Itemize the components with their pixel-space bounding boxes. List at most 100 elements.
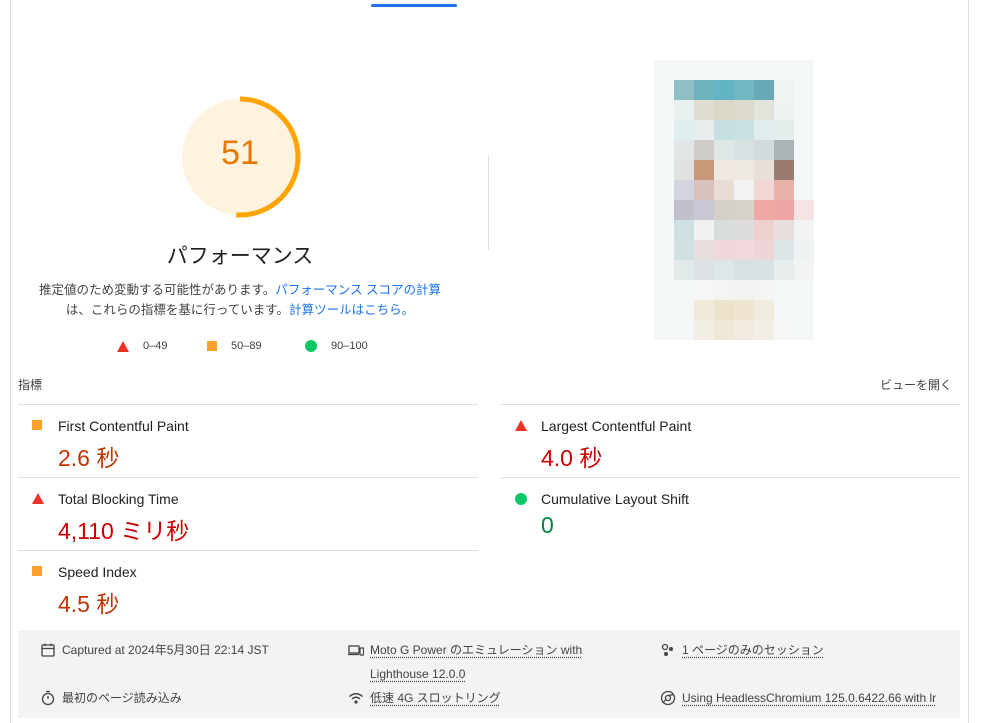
screenshot-pixel	[754, 100, 774, 120]
screenshot-pixel	[694, 60, 714, 80]
screenshot-pixel	[714, 240, 734, 260]
screenshot-pixel	[754, 160, 774, 180]
screenshot-pixel	[694, 220, 714, 240]
screenshot-pixel	[734, 240, 754, 260]
metrics-heading: 指標	[18, 378, 43, 392]
screenshot-pixel	[774, 60, 794, 80]
performance-description: 推定値のため変動する可能性があります。パフォーマンス スコアの計算 は、これらの…	[30, 280, 450, 320]
page-load-text: 最初のページ読み込み	[62, 691, 182, 705]
screenshot-pixel	[654, 160, 674, 180]
screenshot-pixel	[774, 200, 794, 220]
screenshot-pixel	[714, 220, 734, 240]
runtime-session[interactable]: 1 ページのみのセッション	[660, 638, 824, 662]
screenshot-pixel	[734, 120, 754, 140]
score-calculation-link[interactable]: パフォーマンス スコアの計算	[275, 283, 441, 297]
screenshot-pixel	[774, 80, 794, 100]
screenshot-pixel	[734, 300, 754, 320]
screenshot-pixel	[654, 260, 674, 280]
screenshot-pixel	[794, 200, 814, 220]
screenshot-pixel	[674, 300, 694, 320]
circle-icon	[305, 340, 317, 352]
screenshot-pixel	[754, 280, 774, 300]
screenshot-pixel	[774, 220, 794, 240]
device-emulation-link[interactable]: Moto G Power のエミュレーション with Lighthouse 1…	[370, 638, 598, 686]
screenshot-pixel	[774, 300, 794, 320]
screenshot-pixel	[774, 320, 794, 340]
screenshot-pixel	[694, 160, 714, 180]
legend-pass: 90–100	[305, 340, 368, 352]
runtime-captured: Captured at 2024年5月30日 22:14 JST	[40, 638, 269, 662]
screenshot-pixel	[674, 200, 694, 220]
vertical-divider	[488, 155, 489, 250]
final-screenshot-thumbnail[interactable]	[654, 60, 814, 340]
screenshot-pixel	[794, 120, 814, 140]
screenshot-pixel	[754, 120, 774, 140]
screenshot-pixel	[714, 180, 734, 200]
screenshot-pixel	[794, 220, 814, 240]
screenshot-pixel	[714, 280, 734, 300]
screenshot-pixel	[734, 160, 754, 180]
screenshot-pixel	[694, 140, 714, 160]
calendar-icon	[41, 643, 55, 657]
metric-label: Speed Index	[58, 564, 137, 580]
square-icon	[32, 420, 42, 430]
screenshot-pixel	[674, 140, 694, 160]
active-tab-indicator	[371, 4, 457, 7]
screenshot-pixel	[734, 320, 754, 340]
screenshot-pixel	[654, 280, 674, 300]
metric-cumulative-layout-shift: Cumulative Layout Shift 0	[501, 477, 960, 550]
screenshot-pixel	[674, 240, 694, 260]
screenshot-pixel	[754, 300, 774, 320]
screenshot-pixel	[734, 180, 754, 200]
screenshot-pixel	[774, 180, 794, 200]
screenshot-pixel	[674, 320, 694, 340]
screenshot-pixel	[794, 140, 814, 160]
captured-text: Captured at 2024年5月30日 22:14 JST	[62, 643, 269, 657]
throttling-link[interactable]: 低速 4G スロットリング	[370, 686, 501, 710]
screenshot-pixel	[734, 220, 754, 240]
screenshot-pixel	[794, 180, 814, 200]
screenshot-pixel	[734, 100, 754, 120]
screenshot-pixel	[714, 120, 734, 140]
metric-largest-contentful-paint: Largest Contentful Paint 4.0 秒	[501, 404, 960, 477]
runtime-throttling[interactable]: 低速 4G スロットリング	[348, 686, 501, 710]
screenshot-pixel	[774, 100, 794, 120]
browser-link[interactable]: Using HeadlessChromium 125.0.6422.66 wit…	[682, 686, 936, 710]
screenshot-pixel	[734, 140, 754, 160]
screenshot-pixel	[714, 300, 734, 320]
screenshot-pixel	[694, 300, 714, 320]
calculator-link[interactable]: 計算ツールはこちら。	[289, 303, 414, 317]
wifi-icon	[349, 693, 363, 704]
screenshot-pixel	[754, 80, 774, 100]
screenshot-pixel	[774, 240, 794, 260]
legend-average: 50–89	[207, 340, 262, 352]
screenshot-pixel	[734, 200, 754, 220]
legend-average-label: 50–89	[231, 340, 262, 352]
runtime-device[interactable]: Moto G Power のエミュレーション with Lighthouse 1…	[348, 638, 598, 686]
session-icon	[661, 643, 673, 656]
metric-value: 4.5 秒	[58, 591, 120, 617]
screenshot-pixel	[674, 100, 694, 120]
screenshot-pixel	[754, 180, 774, 200]
metric-speed-index: Speed Index 4.5 秒	[18, 550, 478, 623]
screenshot-pixel	[714, 100, 734, 120]
screenshot-pixel	[794, 260, 814, 280]
expand-view-toggle[interactable]: ビューを開く	[880, 376, 952, 393]
runtime-browser[interactable]: Using HeadlessChromium 125.0.6422.66 wit…	[660, 686, 960, 710]
screenshot-pixel	[794, 300, 814, 320]
screenshot-pixel	[694, 180, 714, 200]
metric-label: Total Blocking Time	[58, 491, 179, 507]
screenshot-pixel	[654, 220, 674, 240]
screenshot-pixel	[694, 120, 714, 140]
screenshot-pixel	[674, 280, 694, 300]
metric-first-contentful-paint: First Contentful Paint 2.6 秒	[18, 404, 478, 477]
triangle-icon	[117, 340, 129, 352]
screenshot-pixel	[654, 320, 674, 340]
circle-icon	[515, 493, 527, 505]
session-link[interactable]: 1 ページのみのセッション	[682, 638, 824, 662]
screenshot-pixel	[654, 80, 674, 100]
square-icon	[207, 341, 217, 351]
triangle-icon	[32, 493, 44, 504]
description-text-2: は、これらの指標を基に行っています。	[65, 303, 290, 317]
screenshot-pixel	[654, 240, 674, 260]
